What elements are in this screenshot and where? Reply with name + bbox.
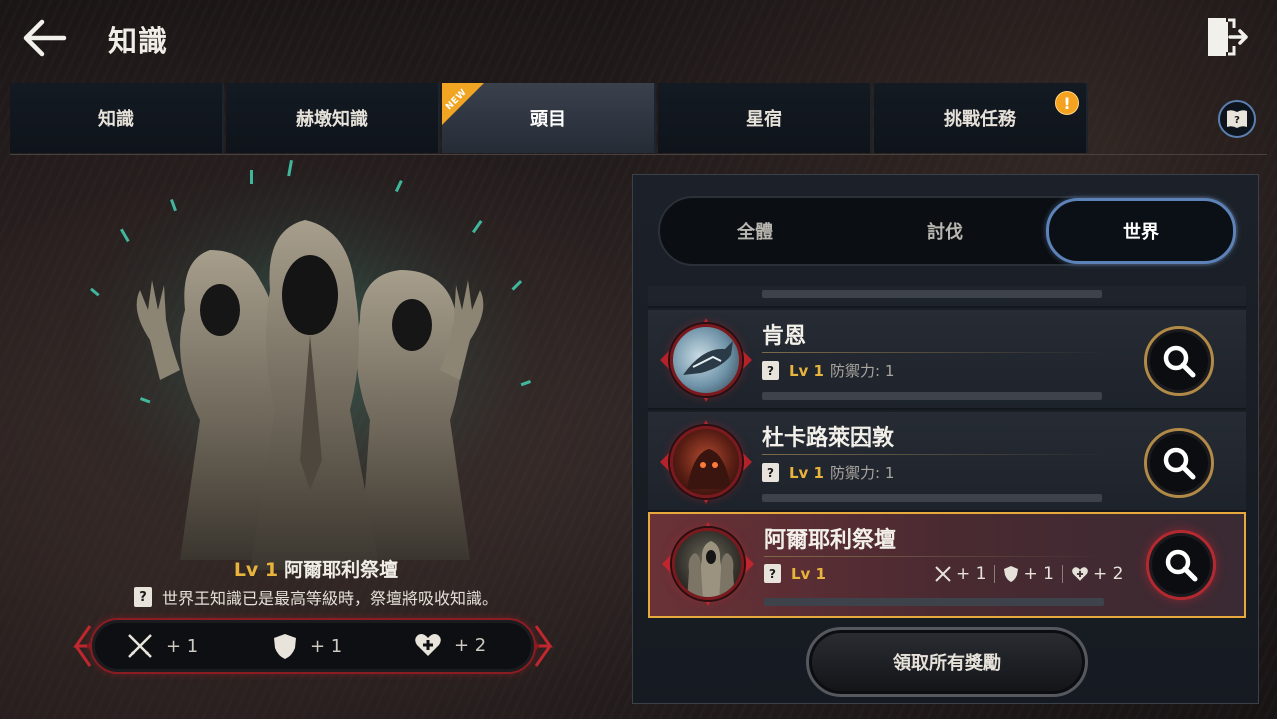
hero-stat-defense: + 1	[272, 632, 342, 660]
hero-stat-defense-value: + 1	[310, 635, 343, 657]
new-badge: NEW	[442, 83, 484, 125]
book-icon: ?	[1227, 110, 1247, 128]
hero-boss-name: 阿爾耶利祭壇	[284, 559, 399, 581]
hero-stat-bar: + 1 + 1 + 2	[90, 618, 536, 674]
back-button[interactable]	[22, 18, 68, 58]
page-title: 知識	[108, 24, 169, 58]
arrow-left-icon	[23, 19, 67, 57]
tab-label: 知識	[98, 109, 134, 130]
boss-info: ? Lv 1	[764, 564, 832, 583]
segment-subjugation[interactable]: 討伐	[870, 198, 1020, 264]
svg-text:?: ?	[1234, 115, 1240, 126]
boss-portrait-altar	[672, 528, 744, 600]
list-item[interactable]: 杜卡路萊因敦 ? Lv 1 防禦力: 1	[648, 412, 1246, 512]
segment-label: 世界	[1123, 222, 1159, 243]
claim-all-rewards-label: 領取所有獎勵	[893, 653, 1001, 674]
view-boss-button[interactable]	[1144, 326, 1214, 396]
guide-book-button[interactable]: ?	[1218, 100, 1256, 138]
stat-attack: + 1	[926, 564, 994, 584]
stat-defense: + 1	[995, 564, 1061, 584]
boss-portrait-ken	[670, 324, 742, 396]
header: 知識	[0, 0, 1277, 76]
hero-description: ? 世界王知識已是最高等級時，祭壇將吸收知識。	[0, 585, 632, 609]
hero-stat-attack: + 1	[126, 632, 198, 660]
boss-portrait-dukaluleinden	[670, 426, 742, 498]
tab-knowledge[interactable]: 知識	[10, 83, 224, 153]
list-item[interactable]: 肯恩 ? Lv 1 防禦力: 1	[648, 310, 1246, 410]
view-boss-button[interactable]	[1146, 530, 1216, 600]
list-item-partial[interactable]	[648, 286, 1246, 308]
magnifier-icon	[1165, 549, 1198, 582]
progress-track	[762, 392, 1102, 400]
knowledge-book-icon: ?	[762, 463, 779, 482]
tab-hedun-knowledge[interactable]: 赫墩知識	[226, 83, 440, 153]
boss-level: Lv 1	[791, 564, 826, 583]
hooded-statues-image	[60, 160, 560, 570]
view-boss-button[interactable]	[1144, 428, 1214, 498]
tab-label: 挑戰任務	[944, 109, 1016, 130]
hero-stat-attack-value: + 1	[166, 635, 199, 657]
knowledge-book-icon: ?	[762, 361, 779, 380]
stat-defense-value: + 1	[1023, 564, 1054, 584]
tab-challenge-quests[interactable]: 挑戰任務 !	[874, 83, 1088, 153]
boss-level: Lv 1	[789, 361, 824, 380]
boss-name: 阿爾耶利祭壇	[764, 528, 897, 553]
progress-track	[762, 494, 1102, 502]
magnifier-icon	[1163, 345, 1196, 378]
boss-level: Lv 1	[789, 463, 824, 482]
tab-label: 赫墩知識	[296, 109, 368, 130]
segment-label: 討伐	[927, 222, 963, 243]
boss-name: 杜卡路萊因敦	[762, 426, 895, 451]
shield-icon	[274, 634, 296, 659]
tab-bar: 知識 赫墩知識 NEW 頭目 星宿 挑戰任務 !	[10, 83, 1267, 155]
boss-bonus: 防禦力: 1	[830, 464, 895, 482]
hero-stat-health-value: + 2	[454, 634, 487, 656]
row-divider	[762, 454, 1108, 455]
stat-attack-value: + 1	[956, 564, 987, 584]
hero-boss-title: Lv 1 阿爾耶利祭壇	[0, 555, 632, 582]
exit-button[interactable]	[1204, 16, 1250, 58]
boss-info: ? Lv 1 防禦力: 1	[762, 360, 894, 381]
list-item-selected[interactable]: 阿爾耶利祭壇 ? Lv 1 + 1 + 1 + 2	[648, 512, 1246, 618]
progress-track	[764, 598, 1104, 606]
hero-level: Lv 1	[233, 559, 279, 581]
category-segmented-control: 全體 討伐 世界	[658, 196, 1238, 266]
hero-description-text: 世界王知識已是最高等級時，祭壇將吸收知識。	[161, 589, 498, 608]
row-divider	[762, 352, 1108, 353]
row-divider	[764, 556, 1110, 557]
boss-artwork	[60, 160, 600, 580]
hero-stat-health: + 2	[414, 632, 486, 658]
segment-world[interactable]: 世界	[1046, 198, 1236, 264]
boss-info: ? Lv 1 防禦力: 1	[762, 462, 894, 483]
tab-boss[interactable]: NEW 頭目	[442, 83, 656, 153]
boss-name: 肯恩	[762, 324, 807, 349]
magnifier-icon	[1163, 447, 1196, 480]
swords-icon	[128, 634, 152, 658]
shield-icon	[1004, 566, 1019, 582]
boss-list[interactable]: 肯恩 ? Lv 1 防禦力: 1 杜卡路萊因敦 ? Lv 1 防禦力: 1 阿爾…	[648, 286, 1246, 620]
knowledge-book-icon: ?	[133, 587, 152, 607]
tab-label: 頭目	[530, 109, 566, 130]
tab-constellation[interactable]: 星宿	[658, 83, 872, 153]
progress-track	[762, 290, 1102, 298]
segment-label: 全體	[737, 222, 773, 243]
knowledge-book-icon: ?	[764, 564, 781, 583]
claim-all-rewards-button[interactable]: 領取所有獎勵	[806, 627, 1088, 697]
boss-bonus: 防禦力: 1	[830, 362, 895, 380]
exit-door-icon	[1208, 18, 1248, 56]
heart-plus-icon	[1072, 567, 1088, 581]
tab-label: 星宿	[746, 109, 782, 130]
swords-icon	[935, 566, 951, 582]
segment-all[interactable]: 全體	[680, 198, 830, 264]
boss-stats: + 1 + 1 + 2	[926, 564, 1131, 584]
alert-badge: !	[1055, 91, 1079, 115]
stat-health-value: + 2	[1092, 564, 1124, 584]
heart-plus-icon	[415, 634, 441, 656]
stat-health: + 2	[1063, 564, 1131, 584]
